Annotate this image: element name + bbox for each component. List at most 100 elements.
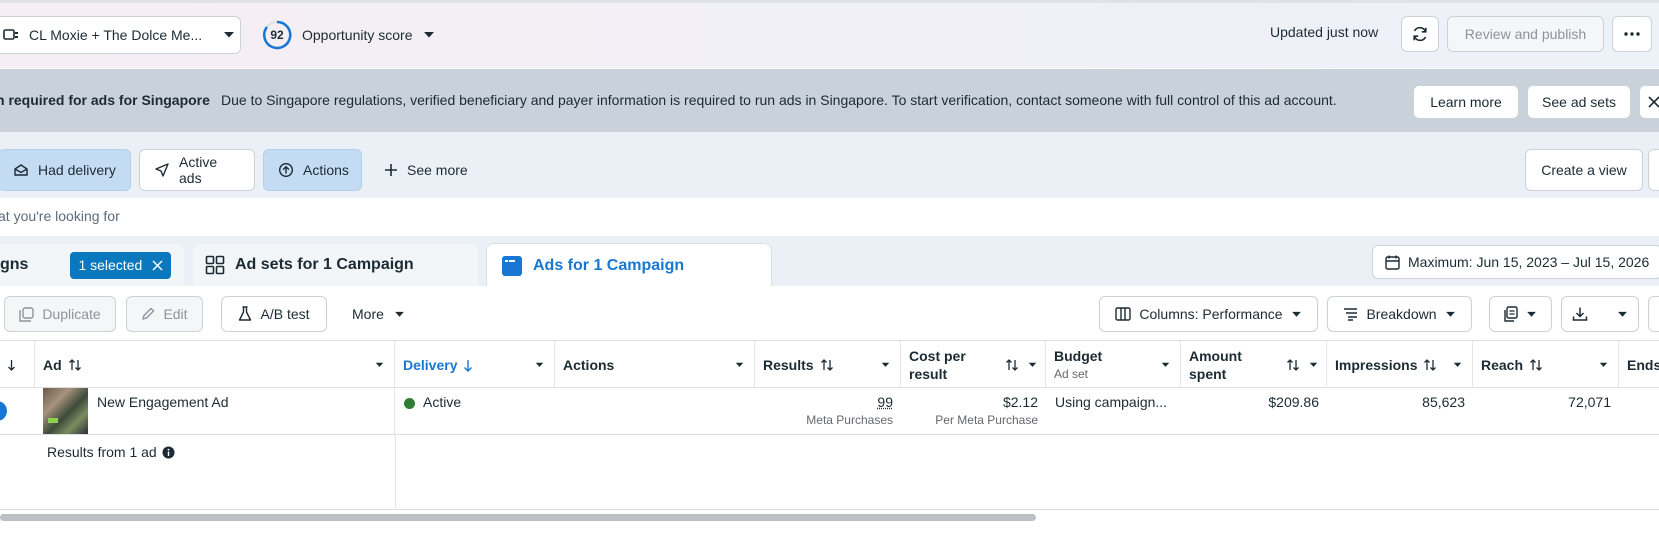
amount-spent-value: $209.86 <box>1181 388 1319 410</box>
columns-dropdown[interactable]: Columns: Performance <box>1099 296 1318 332</box>
delivery-status: Active <box>423 394 461 410</box>
ad-name[interactable]: New Engagement Ad <box>97 394 229 410</box>
edit-button[interactable]: Edit <box>126 296 203 332</box>
view-options-button[interactable] <box>1648 149 1659 191</box>
checkbox-column-header[interactable] <box>0 341 35 389</box>
column-header-ends[interactable]: Ends <box>1619 341 1659 389</box>
row-toggle-cell[interactable] <box>0 388 35 435</box>
reports-dropdown[interactable] <box>1489 296 1552 332</box>
date-range-label: Maximum: Jun 15, 2023 – Jul 15, 2026 <box>1408 254 1649 270</box>
breakdown-dropdown[interactable]: Breakdown <box>1327 296 1472 332</box>
date-range-picker[interactable]: Maximum: Jun 15, 2023 – Jul 15, 2026 <box>1372 245 1659 279</box>
column-header-reach[interactable]: Reach <box>1473 341 1619 389</box>
filter-active-ads[interactable]: Active ads <box>139 149 255 191</box>
table-header: Ad Delivery Actions Results Cost per res… <box>0 340 1659 388</box>
circle-arrow-up-icon <box>278 162 294 178</box>
scrollbar-thumb[interactable] <box>0 514 1036 521</box>
tab-campaigns[interactable]: gns 1 selected <box>0 244 184 286</box>
opportunity-score-value: 92 <box>262 20 292 50</box>
export-dropdown[interactable] <box>1561 296 1639 332</box>
chevron-down-icon <box>881 362 890 368</box>
envelope-icon <box>13 162 29 178</box>
edit-label: Edit <box>163 306 187 322</box>
column-header-results[interactable]: Results <box>755 341 901 389</box>
cost-per-result-value: $2.12 <box>901 388 1038 410</box>
filter-had-delivery[interactable]: Had delivery <box>0 149 131 191</box>
updated-status: Updated just now <box>1270 24 1378 40</box>
review-and-publish-button[interactable]: Review and publish <box>1447 16 1604 52</box>
column-header-impressions[interactable]: Impressions <box>1327 341 1473 389</box>
impressions-value: 85,623 <box>1327 388 1465 410</box>
delivery-cell: Active <box>395 388 555 435</box>
tab-ads-label: Ads for 1 Campaign <box>533 257 684 275</box>
toggle-switch[interactable] <box>0 401 7 421</box>
column-header-amount-spent[interactable]: Amount spent <box>1181 341 1327 389</box>
plus-icon <box>384 163 398 177</box>
sort-icon <box>1005 358 1019 372</box>
grid-icon <box>205 255 225 275</box>
impressions-cell: 85,623 <box>1327 388 1473 435</box>
filter-active-ads-label: Active ads <box>179 154 240 186</box>
results-summary-label: Results from 1 ad <box>47 444 157 460</box>
tab-ad-sets[interactable]: Ad sets for 1 Campaign <box>193 244 478 286</box>
ab-test-button[interactable]: A/B test <box>221 296 327 332</box>
more-options-button[interactable] <box>1612 16 1652 52</box>
actions-cell <box>555 388 755 435</box>
see-more-filters-button[interactable]: See more <box>370 149 490 191</box>
chevron-down-icon <box>1599 362 1608 368</box>
budget-value: Using campaign... <box>1055 388 1181 410</box>
column-header-cost-per-result[interactable]: Cost per result <box>901 341 1046 389</box>
results-cell: 99 Meta Purchases <box>755 388 901 435</box>
breakdown-label: Breakdown <box>1366 306 1436 322</box>
column-header-delivery[interactable]: Delivery <box>395 341 555 389</box>
dismiss-notice-button[interactable] <box>1639 85 1659 119</box>
refresh-icon <box>1411 25 1429 43</box>
beaker-icon <box>238 306 252 322</box>
toolbar-overflow-button[interactable] <box>1648 296 1659 332</box>
tab-ads[interactable]: Ads for 1 Campaign <box>486 243 772 287</box>
chevron-down-icon <box>1291 311 1302 318</box>
sort-icon <box>1529 358 1543 372</box>
filter-actions[interactable]: Actions <box>263 149 362 191</box>
chevron-down-icon <box>535 362 544 368</box>
more-actions-dropdown[interactable]: More <box>340 296 414 332</box>
chevron-down-icon <box>394 311 405 318</box>
column-header-ad[interactable]: Ad <box>35 341 395 389</box>
column-header-ends-label: Ends <box>1627 357 1659 373</box>
duplicate-icon <box>19 307 34 322</box>
ad-name-cell[interactable]: New Engagement Ad <box>35 388 395 435</box>
chevron-down-icon <box>8 359 15 371</box>
column-header-cost-label: Cost per result <box>909 347 989 383</box>
see-ad-sets-button[interactable]: See ad sets <box>1527 85 1631 119</box>
duplicate-button[interactable]: Duplicate <box>4 296 116 332</box>
ad-thumbnail <box>43 388 88 434</box>
selected-count-pill[interactable]: 1 selected <box>70 252 171 279</box>
close-icon[interactable] <box>152 260 163 271</box>
table-row[interactable]: New Engagement Ad Active 99 Meta Purchas… <box>0 388 1659 435</box>
download-icon <box>1572 306 1588 322</box>
tab-ad-sets-label: Ad sets for 1 Campaign <box>235 256 414 274</box>
sort-icon <box>68 358 82 372</box>
opportunity-score-dropdown[interactable]: 92 Opportunity score <box>262 18 435 52</box>
chevron-down-icon <box>1028 362 1037 368</box>
account-selector[interactable]: CL Moxie + The Dolce Me... <box>0 16 241 54</box>
duplicate-label: Duplicate <box>42 306 100 322</box>
verification-notice: n required for ads for Singapore Due to … <box>0 69 1659 132</box>
refresh-button[interactable] <box>1401 16 1439 52</box>
account-name: CL Moxie + The Dolce Me... <box>29 27 209 43</box>
column-header-impressions-label: Impressions <box>1335 357 1417 373</box>
column-header-delivery-label: Delivery <box>403 357 457 373</box>
opportunity-score-ring: 92 <box>262 20 292 50</box>
ellipsis-icon <box>1624 32 1640 36</box>
create-view-button[interactable]: Create a view <box>1525 149 1643 191</box>
search-bar[interactable]: at you're looking for <box>0 198 1659 236</box>
chevron-down-icon <box>1617 311 1628 318</box>
chevron-down-icon <box>1309 362 1318 368</box>
columns-label: Columns: Performance <box>1139 306 1282 322</box>
info-icon[interactable] <box>162 446 175 459</box>
column-header-results-label: Results <box>763 357 814 373</box>
column-header-budget[interactable]: Budget Ad set <box>1046 341 1181 389</box>
learn-more-button[interactable]: Learn more <box>1413 85 1519 119</box>
column-header-actions[interactable]: Actions <box>555 341 755 389</box>
search-input-placeholder: at you're looking for <box>0 208 120 224</box>
